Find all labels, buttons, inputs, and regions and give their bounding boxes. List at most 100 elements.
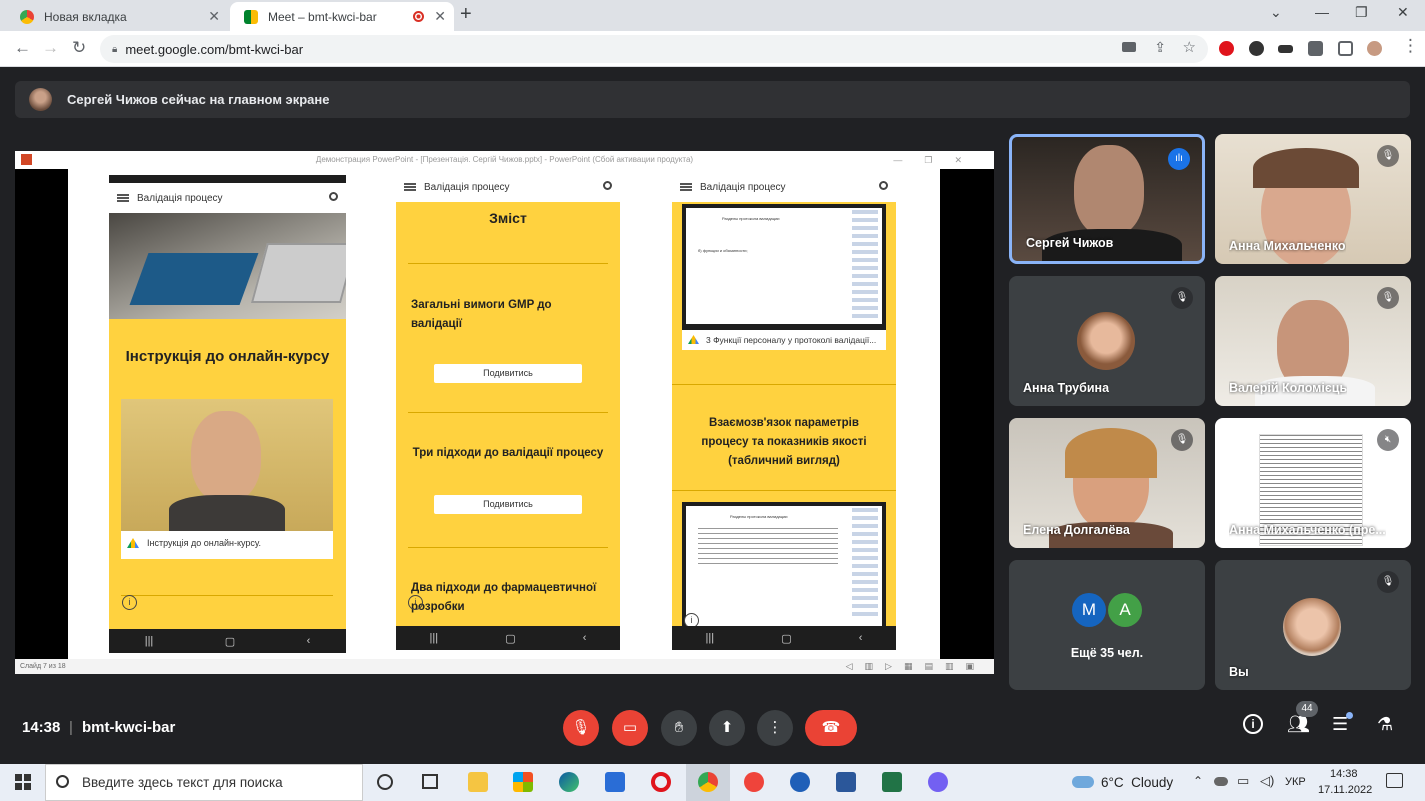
participant-tile-presentation[interactable]: 🔇︎ Анна Михальченко (пре... bbox=[1215, 418, 1411, 548]
ppt-view-controls: ◁▥▷▦▤▥▣ bbox=[845, 661, 986, 671]
google-drive-icon bbox=[688, 335, 699, 344]
chrome-menu-icon[interactable]: ⋮ bbox=[1402, 36, 1419, 56]
participant-tile[interactable]: 🎙︎ Анна Трубина bbox=[1009, 276, 1205, 406]
course-title: Інструкція до онлайн-курсу bbox=[125, 348, 330, 365]
notification-center-icon[interactable] bbox=[1386, 773, 1403, 788]
microsoft-store-icon[interactable] bbox=[513, 772, 533, 792]
close-tab-icon[interactable]: ✕ bbox=[208, 8, 220, 25]
reload-button[interactable]: ↻ bbox=[72, 38, 86, 58]
slide-counter: Слайд 7 из 18 bbox=[20, 663, 66, 670]
self-tile[interactable]: 🎙︎ Вы bbox=[1215, 560, 1411, 690]
participant-tile[interactable]: 🎙︎ Анна Михальченко bbox=[1215, 134, 1411, 264]
side-panel-icon[interactable] bbox=[1338, 41, 1353, 56]
video-caption: Інструкція до онлайн-курсу. bbox=[147, 538, 261, 548]
participant-name: Валерій Коломієць bbox=[1229, 381, 1348, 395]
taskbar-search-box[interactable]: Введите здесь текст для поиска bbox=[45, 764, 363, 801]
maximize-button[interactable]: ❐ bbox=[1355, 4, 1368, 21]
menu-icon bbox=[117, 194, 129, 202]
mic-toggle-button[interactable]: 🎙︎ bbox=[563, 710, 599, 746]
word-icon[interactable] bbox=[836, 772, 856, 792]
file-explorer-icon[interactable] bbox=[468, 772, 488, 792]
speaking-indicator-icon: ılı bbox=[1168, 148, 1190, 170]
powerpoint-title-bar: Демонстрация PowerPoint - [Презентація. … bbox=[15, 151, 994, 169]
forward-button[interactable]: → bbox=[42, 38, 59, 58]
address-bar[interactable]: 🔒︎ meet.google.com/bmt-kwci-bar ⇪ ☆ bbox=[100, 35, 1208, 63]
language-indicator[interactable]: УКР bbox=[1285, 776, 1306, 788]
tab-new-tab[interactable]: Новая вкладка ✕ bbox=[6, 2, 228, 31]
new-tab-button[interactable]: + bbox=[460, 3, 472, 26]
meeting-details-icon[interactable]: i bbox=[1243, 714, 1263, 734]
extensions-puzzle-icon[interactable] bbox=[1308, 41, 1323, 56]
end-call-button[interactable]: ☎︎ bbox=[805, 710, 857, 746]
taskbar-date[interactable]: 17.11.2022 bbox=[1318, 784, 1372, 796]
activities-icon[interactable]: ⚗︎ bbox=[1377, 714, 1393, 735]
windows-start-icon[interactable] bbox=[15, 774, 31, 790]
taskbar-time[interactable]: 14:38 bbox=[1330, 768, 1358, 780]
cortana-icon[interactable] bbox=[377, 774, 393, 790]
excel-icon[interactable] bbox=[882, 772, 902, 792]
present-button[interactable]: ⬆ bbox=[709, 710, 745, 746]
weather-text[interactable]: 6°C Cloudy bbox=[1101, 775, 1173, 790]
share-icon[interactable]: ⇪ bbox=[1154, 39, 1166, 56]
tab-search-icon[interactable]: ⌄ bbox=[1270, 4, 1282, 21]
participant-tile[interactable]: 🎙︎ Елена Долгалёва bbox=[1009, 418, 1205, 548]
phone-header-title: Валідація процесу bbox=[137, 192, 223, 204]
tab-strip: Новая вкладка ✕ Meet – bmt-kwci-bar ✕ + … bbox=[0, 0, 1425, 31]
camera-toggle-button[interactable]: ▭ bbox=[612, 710, 648, 746]
participant-tile[interactable]: 🎙︎ Валерій Коломієць bbox=[1215, 276, 1411, 406]
phone-header-title: Валідація процесу bbox=[424, 181, 510, 193]
document-caption: 3 Функції персоналу у протоколі валідаці… bbox=[706, 335, 877, 345]
mic-off-icon: 🎙︎ bbox=[1171, 287, 1193, 309]
people-icon[interactable]: 👥︎ bbox=[1287, 714, 1310, 735]
profile-avatar[interactable] bbox=[1367, 41, 1382, 56]
volume-icon[interactable]: ◁) bbox=[1260, 773, 1274, 789]
mic-off-icon: 🎙︎ bbox=[1377, 287, 1399, 309]
glasses-extension-icon[interactable] bbox=[1278, 45, 1293, 53]
tab-meet[interactable]: Meet – bmt-kwci-bar ✕ bbox=[230, 2, 454, 31]
phone-screen-2: Валідація процесу Зміст Загальні вимоги … bbox=[396, 172, 620, 650]
ccleaner-icon[interactable] bbox=[790, 772, 810, 792]
network-icon[interactable]: ▭ bbox=[1237, 773, 1249, 789]
browser-toolbar: ← → ↻ 🔒︎ meet.google.com/bmt-kwci-bar ⇪ … bbox=[0, 31, 1425, 67]
close-window-button[interactable]: ✕ bbox=[1397, 4, 1409, 21]
contents-item-3: Два підходи до фармацевтичної розробки bbox=[411, 582, 597, 613]
info-icon: i bbox=[408, 595, 423, 610]
document-preview-1: Разделы протокола валидации б) функции и… bbox=[682, 204, 886, 330]
close-tab-icon[interactable]: ✕ bbox=[434, 8, 446, 25]
participant-name: Анна Михальченко bbox=[1229, 239, 1346, 253]
app-icon[interactable] bbox=[605, 772, 625, 792]
extension-w-icon[interactable] bbox=[1249, 41, 1264, 56]
weather-cloud-icon bbox=[1072, 776, 1094, 788]
search-icon bbox=[603, 181, 612, 190]
more-participants-tile[interactable]: М А Ещё 35 чел. bbox=[1009, 560, 1205, 690]
phone-screen-1: Валідація процесу Інструкція до онлайн-к… bbox=[109, 175, 346, 653]
banner-text: Сергей Чижов сейчас на главном экране bbox=[67, 92, 330, 107]
notebook-photo bbox=[109, 213, 346, 319]
task-view-icon[interactable] bbox=[422, 774, 438, 789]
chrome-icon[interactable] bbox=[698, 772, 718, 792]
raise-hand-button[interactable]: ✋︎ bbox=[661, 710, 697, 746]
search-icon bbox=[56, 775, 69, 788]
back-button[interactable]: ← bbox=[14, 38, 31, 58]
viber-icon[interactable] bbox=[928, 772, 948, 792]
onedrive-icon[interactable] bbox=[1214, 777, 1228, 786]
mic-off-icon: 🎙︎ bbox=[1377, 571, 1399, 593]
participant-tile-speaker[interactable]: ılı Сергей Чижов bbox=[1009, 134, 1205, 264]
edge-icon[interactable] bbox=[559, 772, 579, 792]
bookmark-star-icon[interactable]: ☆ bbox=[1183, 38, 1196, 56]
hidden-icons-chevron[interactable]: ⌃ bbox=[1193, 774, 1203, 788]
relation-text: Взаємозв'язок параметрів процесу та пока… bbox=[701, 417, 867, 467]
participant-name: Елена Долгалёва bbox=[1023, 523, 1130, 537]
camera-icon[interactable] bbox=[1122, 42, 1136, 52]
participant-name: Сергей Чижов bbox=[1026, 236, 1114, 250]
divider: | bbox=[69, 719, 73, 736]
taskbar-search-placeholder: Введите здесь текст для поиска bbox=[82, 775, 283, 790]
opera-icon[interactable] bbox=[651, 772, 671, 792]
minimize-button[interactable]: — bbox=[1315, 4, 1329, 20]
participant-initial: М bbox=[1072, 593, 1106, 627]
more-options-button[interactable]: ⋮ bbox=[757, 710, 793, 746]
anydesk-icon[interactable] bbox=[744, 772, 764, 792]
presenter-avatar bbox=[29, 88, 52, 111]
meeting-time: 14:38 bbox=[22, 719, 61, 736]
opera-extension-icon[interactable] bbox=[1219, 41, 1234, 56]
